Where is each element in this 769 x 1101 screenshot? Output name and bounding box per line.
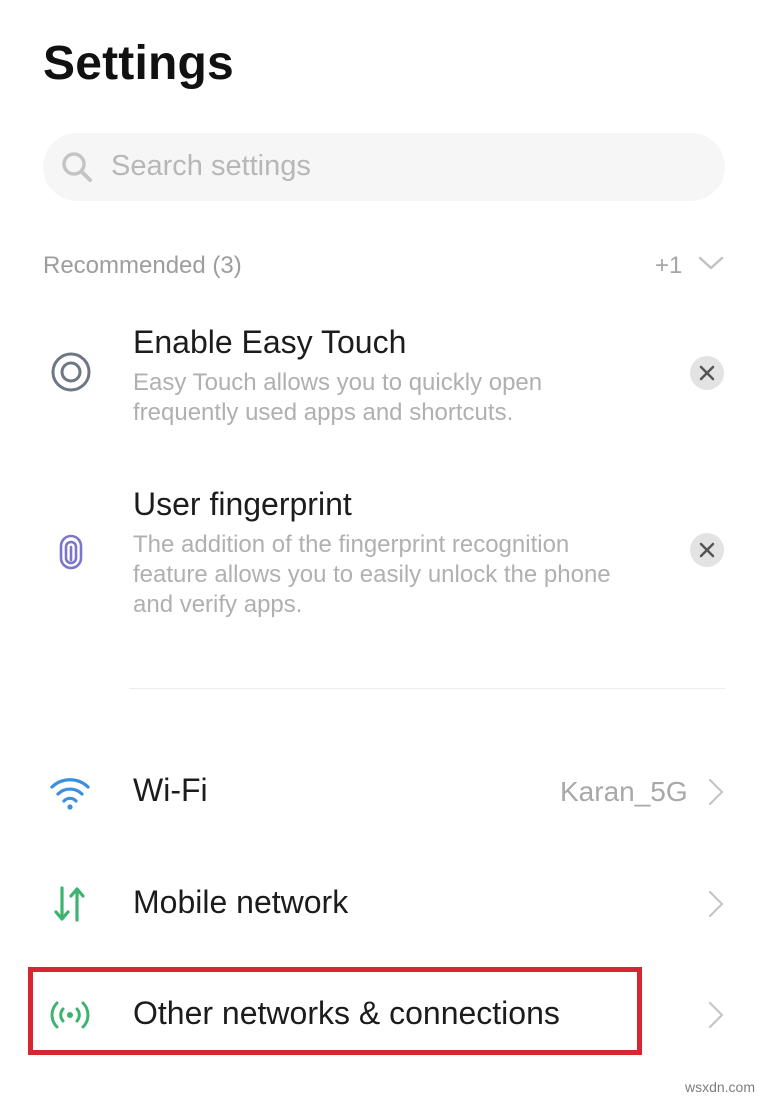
dismiss-button[interactable]	[690, 356, 724, 390]
divider	[129, 688, 725, 689]
settings-row-wifi[interactable]: Wi-Fi Karan_5G	[0, 750, 769, 834]
highlight-annotation	[28, 967, 642, 1055]
recommendation-title: Enable Easy Touch	[133, 324, 407, 360]
recommended-label: Recommended (3)	[43, 252, 242, 279]
easy-touch-icon	[51, 352, 91, 392]
search-placeholder: Search settings	[111, 150, 311, 182]
mobile-data-icon	[54, 886, 85, 922]
dismiss-button[interactable]	[690, 533, 724, 567]
recommendation-fingerprint[interactable]: User fingerprint The addition of the fin…	[0, 480, 769, 630]
recommendation-description: The addition of the fingerprint recognit…	[133, 531, 611, 618]
close-icon	[699, 542, 715, 558]
settings-row-mobile-network[interactable]: Mobile network	[0, 862, 769, 946]
chevron-right-icon	[708, 778, 724, 806]
close-icon	[699, 365, 715, 381]
search-bar[interactable]: Search settings	[43, 133, 725, 201]
chevron-right-icon	[708, 890, 724, 918]
row-label: Wi-Fi	[133, 772, 208, 808]
watermark: wsxdn.com	[684, 1079, 755, 1095]
recommendation-easy-touch[interactable]: Enable Easy Touch Easy Touch allows you …	[0, 318, 769, 438]
page-title: Settings	[43, 37, 234, 90]
chevron-right-icon	[708, 1001, 724, 1029]
wifi-network-name: Karan_5G	[560, 776, 688, 807]
chevron-down-icon[interactable]	[697, 252, 725, 274]
row-label: Mobile network	[133, 884, 349, 920]
wifi-icon	[50, 778, 90, 810]
search-icon	[62, 152, 92, 182]
recommended-more-count[interactable]: +1	[655, 252, 682, 280]
recommendation-description: Easy Touch allows you to quickly open fr…	[133, 369, 543, 426]
fingerprint-icon	[59, 534, 83, 570]
recommendation-title: User fingerprint	[133, 486, 352, 522]
